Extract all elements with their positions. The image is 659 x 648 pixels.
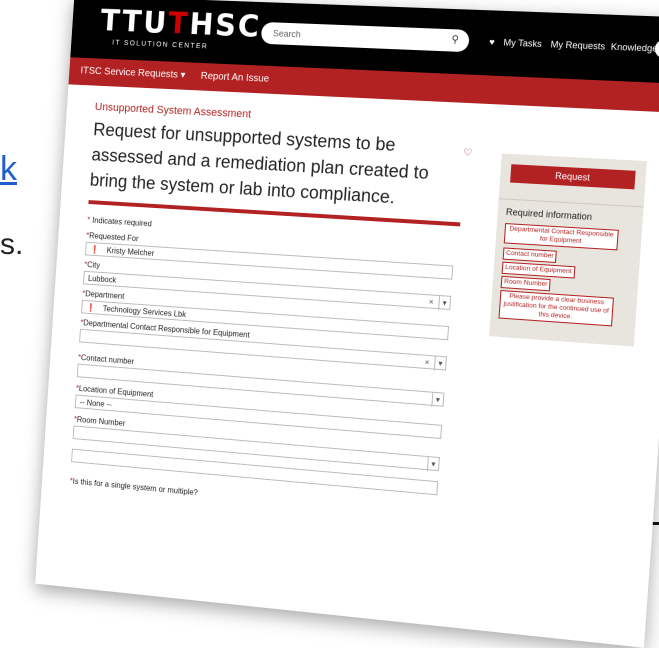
field-value: Kristy Melcher (106, 246, 154, 258)
screenshot-panel: TTUTHSC IT SOLUTION CENTER Search ⚲ ♥ My… (35, 0, 659, 648)
chevron-down-icon[interactable]: ▾ (434, 356, 443, 371)
logo-right-text: HSC (188, 7, 262, 44)
heart-icon[interactable]: ♥ (489, 37, 495, 47)
request-form: Unsupported System Assessment Request fo… (95, 101, 484, 120)
request-sidebar: Request Required information Departmenta… (489, 154, 647, 347)
nav-itsc-service-requests[interactable]: ITSC Service Requests ▾ (80, 65, 185, 80)
clear-icon[interactable]: × (424, 356, 430, 370)
field-value: Lubbock (88, 274, 117, 285)
logo-mark: T (167, 7, 191, 42)
ttuhsc-logo[interactable]: TTUTHSC (99, 4, 262, 45)
logo-left-text: TTU (99, 4, 169, 41)
search-input[interactable]: Search ⚲ (261, 22, 470, 52)
page-title: Request for unsupported systems to be as… (89, 117, 462, 214)
field-label-text: City (87, 260, 100, 270)
required-note: * Indicates required (87, 216, 152, 229)
field-label-text: Is this for a single system or multiple? (72, 477, 198, 497)
nav-my-requests[interactable]: My Requests (550, 39, 605, 51)
required-chip[interactable]: Contact number (503, 247, 557, 263)
error-icon: ❗ (90, 245, 100, 254)
chevron-down-icon[interactable]: ▾ (427, 457, 436, 472)
field-value: Technology Services Lbk (103, 304, 187, 319)
request-button[interactable]: Request (510, 164, 636, 189)
avatar[interactable]: KM (654, 39, 659, 58)
nav-knowledge[interactable]: Knowledge (610, 42, 657, 54)
search-icon[interactable]: ⚲ (451, 29, 460, 52)
nav-report-an-issue[interactable]: Report An Issue (200, 71, 269, 85)
search-placeholder: Search (273, 28, 301, 39)
clear-icon[interactable]: × (428, 295, 434, 309)
background-link-fragment[interactable]: k (0, 150, 17, 189)
required-information-heading: Required information (506, 207, 593, 222)
required-chip[interactable]: Room Number (501, 276, 551, 291)
required-chip[interactable]: Departmental Contact Responsible for Equ… (504, 223, 619, 250)
required-chip[interactable]: Please provide a clear business justific… (498, 290, 614, 326)
favorite-heart-icon[interactable]: ♡ (463, 147, 473, 159)
field-label-text: Requested For (89, 231, 139, 243)
required-note-text: Indicates required (92, 216, 152, 228)
nav-my-tasks[interactable]: My Tasks (503, 37, 542, 49)
sidebar-divider (499, 198, 644, 207)
field-label-text: Department (85, 289, 125, 300)
chevron-down-icon[interactable]: ▾ (431, 393, 440, 408)
error-icon: ❗ (86, 303, 96, 312)
field-value: -- None -- (79, 398, 111, 409)
chevron-down-icon[interactable]: ▾ (438, 296, 447, 311)
background-text-fragment: s. (0, 228, 23, 262)
